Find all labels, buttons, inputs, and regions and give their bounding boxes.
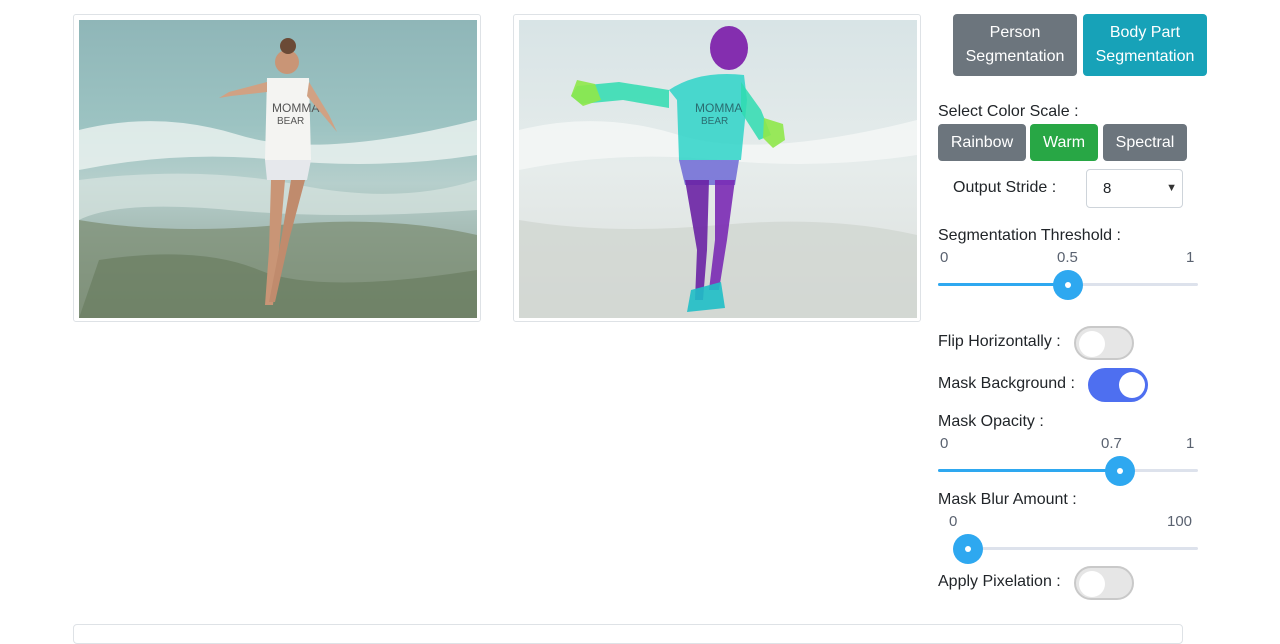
threshold-max: 1 (1186, 249, 1195, 266)
mask-blur-slider[interactable] (953, 534, 1198, 564)
opacity-min: 0 (940, 435, 949, 452)
svg-text:MOMMA: MOMMA (272, 101, 319, 115)
chevron-down-icon: ▼ (1166, 182, 1177, 194)
toggle-knob (1079, 331, 1105, 357)
color-scale-label: Select Color Scale : (938, 103, 1079, 120)
slider-thumb[interactable] (953, 534, 983, 564)
slider-track (953, 547, 1198, 550)
opacity-value: 0.7 (1101, 435, 1122, 452)
output-stride-select[interactable]: 8 ▼ (1086, 169, 1183, 208)
mask-opacity-slider[interactable] (938, 456, 1198, 486)
output-stride-label: Output Stride : (953, 179, 1057, 196)
apply-pixelation-toggle[interactable] (1074, 566, 1134, 600)
svg-text:BEAR: BEAR (701, 116, 728, 127)
threshold-value: 0.5 (1057, 249, 1078, 266)
segmentation-overlay-icon: MOMMA BEAR (519, 20, 917, 318)
body-part-segmentation-button[interactable]: Body Part Segmentation (1083, 14, 1207, 76)
apply-pixelation-label: Apply Pixelation : (938, 573, 1061, 590)
segmentation-threshold-slider[interactable] (938, 270, 1198, 300)
mask-background-label: Mask Background : (938, 375, 1075, 392)
body-part-segmentation-line1: Body Part (1109, 24, 1181, 41)
slider-thumb[interactable] (1105, 456, 1135, 486)
opacity-max: 1 (1186, 435, 1195, 452)
original-image-card: MOMMA BEAR (73, 14, 481, 322)
person-segmentation-line1: Person (989, 24, 1041, 41)
svg-text:BEAR: BEAR (277, 116, 304, 127)
flip-horizontally-label: Flip Horizontally : (938, 333, 1061, 350)
blur-min: 0 (949, 513, 958, 530)
slider-fill (938, 469, 1120, 472)
toggle-knob (1119, 372, 1145, 398)
original-image: MOMMA BEAR (79, 20, 477, 318)
color-scale-spectral-button[interactable]: Spectral (1103, 124, 1187, 161)
mask-blur-label: Mask Blur Amount : (938, 491, 1077, 508)
segmentation-canvas: MOMMA BEAR (519, 20, 917, 318)
flip-horizontally-toggle[interactable] (1074, 326, 1134, 360)
segmentation-threshold-label: Segmentation Threshold : (938, 227, 1121, 244)
svg-text:MOMMA: MOMMA (695, 101, 742, 115)
slider-fill (938, 283, 1068, 286)
color-scale-warm-button[interactable]: Warm (1030, 124, 1098, 161)
mask-opacity-label: Mask Opacity : (938, 413, 1044, 430)
slider-thumb[interactable] (1053, 270, 1083, 300)
segmentation-result-card: MOMMA BEAR (513, 14, 921, 322)
mask-background-toggle[interactable] (1088, 368, 1148, 402)
person-segmentation-button[interactable]: Person Segmentation (953, 14, 1077, 76)
photo-icon: MOMMA BEAR (79, 20, 477, 318)
person-segmentation-line2: Segmentation (965, 48, 1065, 65)
toggle-knob (1079, 571, 1105, 597)
bottom-panel (73, 624, 1183, 644)
output-stride-value: 8 (1103, 180, 1112, 197)
body-part-segmentation-line2: Segmentation (1095, 48, 1195, 65)
threshold-min: 0 (940, 249, 949, 266)
color-scale-rainbow-button[interactable]: Rainbow (938, 124, 1026, 161)
blur-max: 100 (1167, 513, 1193, 530)
